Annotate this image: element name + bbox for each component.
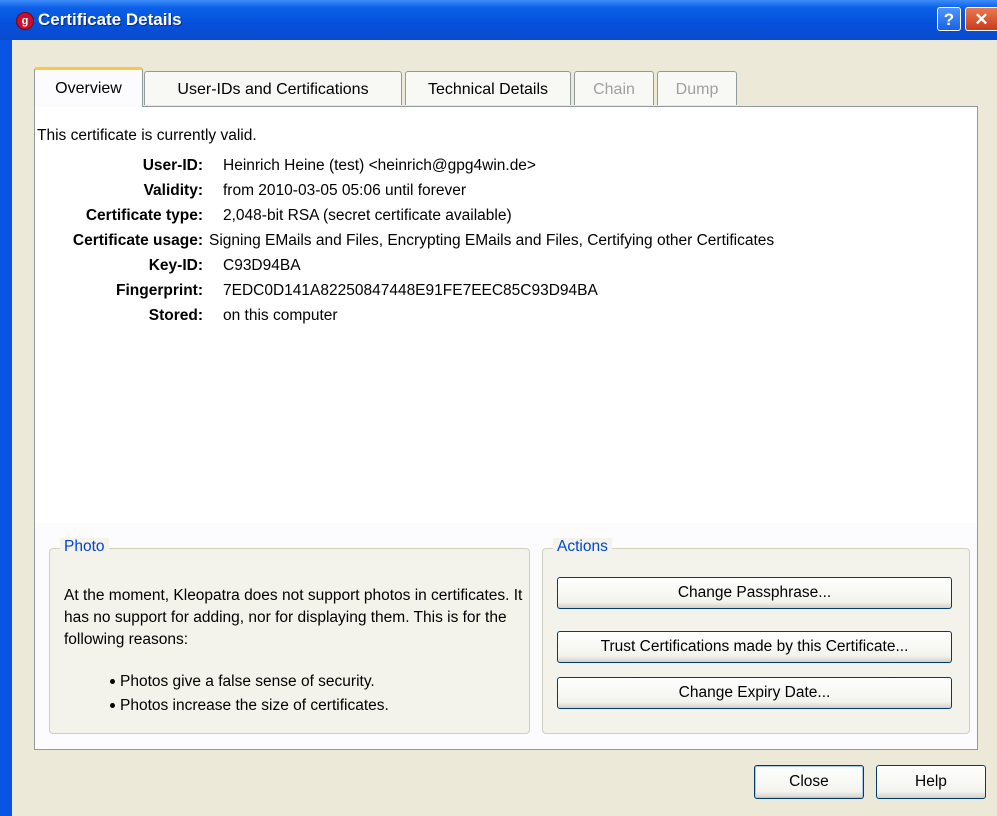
- kleopatra-app-icon: g: [16, 12, 34, 30]
- actions-group-title: Actions: [553, 538, 612, 556]
- bullet-icon: [110, 703, 115, 709]
- dialog-client-area: Overview User-IDs and Certifications Tec…: [12, 40, 997, 816]
- field-label: Certificate usage:: [72, 232, 203, 249]
- field-label: Certificate type:: [85, 207, 203, 224]
- field-value: Heinrich Heine (test) <heinrich@gpg4win.…: [223, 157, 536, 174]
- tab-dump: Dump: [657, 71, 737, 105]
- photo-group-title: Photo: [60, 538, 109, 556]
- close-icon[interactable]: ✕: [965, 7, 997, 31]
- field-row-validity: Validity: from 2010-03-05 05:06 until fo…: [35, 182, 977, 206]
- tab-user-ids-and-certifications[interactable]: User-IDs and Certifications: [144, 71, 402, 105]
- window-title: Certificate Details: [38, 10, 182, 29]
- field-value: from 2010-03-05 05:06 until forever: [223, 182, 466, 199]
- field-row-user-id: User-ID: Heinrich Heine (test) <heinrich…: [35, 157, 977, 181]
- field-row-key-id: Key-ID: C93D94BA: [35, 257, 977, 281]
- validity-status-text: This certificate is currently valid.: [37, 127, 257, 144]
- certificate-info-area: This certificate is currently valid. Use…: [35, 107, 977, 523]
- field-row-certificate-usage: Certificate usage: Signing EMails and Fi…: [35, 232, 977, 256]
- field-label: Stored:: [148, 307, 203, 324]
- trust-certifications-button[interactable]: Trust Certifications made by this Certif…: [557, 631, 952, 663]
- field-value: Signing EMails and Files, Encrypting EMa…: [209, 232, 775, 249]
- field-value: 2,048-bit RSA (secret certificate availa…: [223, 207, 512, 224]
- photo-reason-item: Photos give a false sense of security.: [110, 673, 375, 691]
- tab-chain: Chain: [574, 71, 654, 105]
- title-bar[interactable]: g Certificate Details ? ✕: [0, 0, 997, 40]
- actions-groupbox: Actions Change Passphrase... Trust Certi…: [542, 538, 970, 734]
- field-row-certificate-type: Certificate type: 2,048-bit RSA (secret …: [35, 207, 977, 231]
- tab-technical-details[interactable]: Technical Details: [405, 71, 571, 105]
- photo-reason-item: Photos increase the size of certificates…: [110, 697, 389, 715]
- photo-explanation-text: At the moment, Kleopatra does not suppor…: [64, 587, 523, 648]
- field-row-fingerprint: Fingerprint: 7EDC0D141A82250847448E91FE7…: [35, 282, 977, 306]
- close-button[interactable]: Close: [754, 765, 864, 799]
- certificate-details-window: g Certificate Details ? ✕ Overview User-…: [0, 0, 997, 816]
- field-label: Key-ID:: [148, 257, 203, 274]
- bullet-icon: [110, 679, 115, 685]
- change-expiry-date-button[interactable]: Change Expiry Date...: [557, 677, 952, 709]
- field-label: Fingerprint:: [116, 282, 203, 299]
- field-row-stored: Stored: on this computer: [35, 307, 977, 331]
- photo-groupbox: Photo At the moment, Kleopatra does not …: [49, 538, 530, 734]
- field-value: 7EDC0D141A82250847448E91FE7EEC85C93D94BA: [223, 282, 598, 299]
- change-passphrase-button[interactable]: Change Passphrase...: [557, 577, 952, 609]
- field-value: C93D94BA: [223, 257, 301, 274]
- tab-overview[interactable]: Overview: [34, 67, 143, 107]
- field-label: User-ID:: [142, 157, 203, 174]
- field-label: Validity:: [143, 182, 203, 199]
- field-value: on this computer: [223, 307, 338, 324]
- help-button[interactable]: Help: [876, 765, 986, 799]
- help-icon[interactable]: ?: [937, 7, 961, 31]
